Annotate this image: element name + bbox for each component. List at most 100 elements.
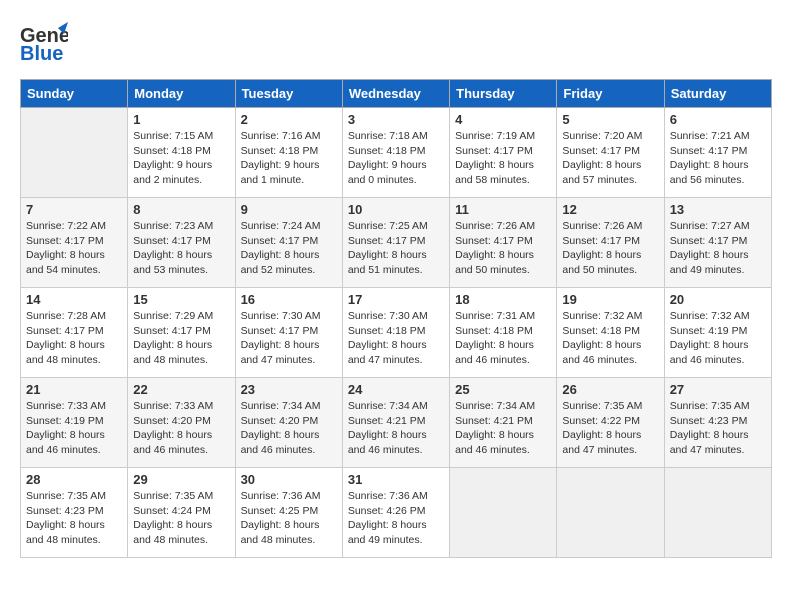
day-info: Sunrise: 7:30 AMSunset: 4:18 PMDaylight:… <box>348 309 444 368</box>
calendar-day-cell: 16 Sunrise: 7:30 AMSunset: 4:17 PMDayligh… <box>235 288 342 378</box>
weekday-header-cell: Thursday <box>450 80 557 108</box>
calendar-day-cell: 15 Sunrise: 7:29 AMSunset: 4:17 PMDayligh… <box>128 288 235 378</box>
day-info: Sunrise: 7:34 AMSunset: 4:21 PMDaylight:… <box>455 399 551 458</box>
calendar-day-cell <box>557 468 664 558</box>
calendar-day-cell: 10 Sunrise: 7:25 AMSunset: 4:17 PMDayligh… <box>342 198 449 288</box>
calendar-day-cell: 23 Sunrise: 7:34 AMSunset: 4:20 PMDayligh… <box>235 378 342 468</box>
day-number: 9 <box>241 202 337 217</box>
day-info: Sunrise: 7:32 AMSunset: 4:18 PMDaylight:… <box>562 309 658 368</box>
day-info: Sunrise: 7:18 AMSunset: 4:18 PMDaylight:… <box>348 129 444 188</box>
calendar-day-cell: 11 Sunrise: 7:26 AMSunset: 4:17 PMDayligh… <box>450 198 557 288</box>
weekday-header-cell: Friday <box>557 80 664 108</box>
day-info: Sunrise: 7:24 AMSunset: 4:17 PMDaylight:… <box>241 219 337 278</box>
calendar-day-cell: 14 Sunrise: 7:28 AMSunset: 4:17 PMDayligh… <box>21 288 128 378</box>
day-info: Sunrise: 7:26 AMSunset: 4:17 PMDaylight:… <box>562 219 658 278</box>
weekday-header-cell: Tuesday <box>235 80 342 108</box>
calendar-day-cell: 19 Sunrise: 7:32 AMSunset: 4:18 PMDayligh… <box>557 288 664 378</box>
day-info: Sunrise: 7:32 AMSunset: 4:19 PMDaylight:… <box>670 309 766 368</box>
calendar-day-cell: 31 Sunrise: 7:36 AMSunset: 4:26 PMDayligh… <box>342 468 449 558</box>
day-number: 6 <box>670 112 766 127</box>
calendar-day-cell <box>450 468 557 558</box>
calendar-day-cell: 12Sunrise: 7:26 AMSunset: 4:17 PMDayligh… <box>557 198 664 288</box>
day-number: 4 <box>455 112 551 127</box>
day-info: Sunrise: 7:28 AMSunset: 4:17 PMDaylight:… <box>26 309 122 368</box>
day-number: 14 <box>26 292 122 307</box>
calendar-body: 1Sunrise: 7:15 AMSunset: 4:18 PMDaylight… <box>21 108 772 558</box>
day-info: Sunrise: 7:30 AMSunset: 4:17 PMDaylight:… <box>241 309 337 368</box>
day-number: 8 <box>133 202 229 217</box>
day-info: Sunrise: 7:35 AMSunset: 4:23 PMDaylight:… <box>670 399 766 458</box>
day-info: Sunrise: 7:34 AMSunset: 4:20 PMDaylight:… <box>241 399 337 458</box>
day-info: Sunrise: 7:35 AMSunset: 4:23 PMDaylight:… <box>26 489 122 548</box>
day-info: Sunrise: 7:27 AMSunset: 4:17 PMDaylight:… <box>670 219 766 278</box>
calendar-day-cell: 1Sunrise: 7:15 AMSunset: 4:18 PMDaylight… <box>128 108 235 198</box>
calendar-day-cell: 26 Sunrise: 7:35 AMSunset: 4:22 PMDayligh… <box>557 378 664 468</box>
calendar-day-cell: 20 Sunrise: 7:32 AMSunset: 4:19 PMDayligh… <box>664 288 771 378</box>
page-header: General Blue <box>20 20 772 69</box>
calendar-week-row: 14 Sunrise: 7:28 AMSunset: 4:17 PMDayligh… <box>21 288 772 378</box>
day-info: Sunrise: 7:26 AMSunset: 4:17 PMDaylight:… <box>455 219 551 278</box>
day-number: 28 <box>26 472 122 487</box>
day-info: Sunrise: 7:21 AMSunset: 4:17 PMDaylight:… <box>670 129 766 188</box>
calendar-day-cell: 22Sunrise: 7:33 AMSunset: 4:20 PMDayligh… <box>128 378 235 468</box>
calendar-day-cell: 7 Sunrise: 7:22 AMSunset: 4:17 PMDaylight… <box>21 198 128 288</box>
calendar-week-row: 21 Sunrise: 7:33 AMSunset: 4:19 PMDayligh… <box>21 378 772 468</box>
day-number: 10 <box>348 202 444 217</box>
calendar-day-cell: 8 Sunrise: 7:23 AMSunset: 4:17 PMDaylight… <box>128 198 235 288</box>
day-info: Sunrise: 7:16 AMSunset: 4:18 PMDaylight:… <box>241 129 337 188</box>
day-info: Sunrise: 7:36 AMSunset: 4:26 PMDaylight:… <box>348 489 444 548</box>
calendar-day-cell: 5Sunrise: 7:20 AMSunset: 4:17 PMDaylight… <box>557 108 664 198</box>
day-info: Sunrise: 7:36 AMSunset: 4:25 PMDaylight:… <box>241 489 337 548</box>
day-info: Sunrise: 7:15 AMSunset: 4:18 PMDaylight:… <box>133 129 229 188</box>
calendar-day-cell <box>664 468 771 558</box>
calendar-day-cell: 30Sunrise: 7:36 AMSunset: 4:25 PMDayligh… <box>235 468 342 558</box>
day-number: 26 <box>562 382 658 397</box>
day-number: 22 <box>133 382 229 397</box>
day-number: 20 <box>670 292 766 307</box>
calendar-day-cell: 29Sunrise: 7:35 AMSunset: 4:24 PMDayligh… <box>128 468 235 558</box>
calendar-day-cell: 13 Sunrise: 7:27 AMSunset: 4:17 PMDayligh… <box>664 198 771 288</box>
calendar-day-cell: 27Sunrise: 7:35 AMSunset: 4:23 PMDayligh… <box>664 378 771 468</box>
day-info: Sunrise: 7:33 AMSunset: 4:19 PMDaylight:… <box>26 399 122 458</box>
day-number: 24 <box>348 382 444 397</box>
day-number: 2 <box>241 112 337 127</box>
calendar-week-row: 1Sunrise: 7:15 AMSunset: 4:18 PMDaylight… <box>21 108 772 198</box>
day-number: 3 <box>348 112 444 127</box>
weekday-header-cell: Saturday <box>664 80 771 108</box>
calendar-day-cell: 9 Sunrise: 7:24 AMSunset: 4:17 PMDaylight… <box>235 198 342 288</box>
day-number: 11 <box>455 202 551 217</box>
day-number: 31 <box>348 472 444 487</box>
calendar-day-cell: 2 Sunrise: 7:16 AMSunset: 4:18 PMDaylight… <box>235 108 342 198</box>
day-number: 21 <box>26 382 122 397</box>
day-info: Sunrise: 7:25 AMSunset: 4:17 PMDaylight:… <box>348 219 444 278</box>
weekday-header-cell: Sunday <box>21 80 128 108</box>
day-number: 13 <box>670 202 766 217</box>
day-info: Sunrise: 7:34 AMSunset: 4:21 PMDaylight:… <box>348 399 444 458</box>
logo-icon: General Blue <box>20 20 68 64</box>
day-number: 18 <box>455 292 551 307</box>
svg-text:Blue: Blue <box>20 43 63 64</box>
day-info: Sunrise: 7:35 AMSunset: 4:22 PMDaylight:… <box>562 399 658 458</box>
day-number: 16 <box>241 292 337 307</box>
day-info: Sunrise: 7:31 AMSunset: 4:18 PMDaylight:… <box>455 309 551 368</box>
day-number: 15 <box>133 292 229 307</box>
day-number: 19 <box>562 292 658 307</box>
calendar-day-cell: 17Sunrise: 7:30 AMSunset: 4:18 PMDayligh… <box>342 288 449 378</box>
weekday-header-row: SundayMondayTuesdayWednesdayThursdayFrid… <box>21 80 772 108</box>
calendar-week-row: 7 Sunrise: 7:22 AMSunset: 4:17 PMDaylight… <box>21 198 772 288</box>
day-number: 7 <box>26 202 122 217</box>
calendar-day-cell: 25 Sunrise: 7:34 AMSunset: 4:21 PMDayligh… <box>450 378 557 468</box>
calendar-day-cell: 24 Sunrise: 7:34 AMSunset: 4:21 PMDayligh… <box>342 378 449 468</box>
day-info: Sunrise: 7:19 AMSunset: 4:17 PMDaylight:… <box>455 129 551 188</box>
day-info: Sunrise: 7:23 AMSunset: 4:17 PMDaylight:… <box>133 219 229 278</box>
day-number: 23 <box>241 382 337 397</box>
calendar-day-cell: 4 Sunrise: 7:19 AMSunset: 4:17 PMDaylight… <box>450 108 557 198</box>
day-number: 29 <box>133 472 229 487</box>
day-info: Sunrise: 7:22 AMSunset: 4:17 PMDaylight:… <box>26 219 122 278</box>
day-info: Sunrise: 7:20 AMSunset: 4:17 PMDaylight:… <box>562 129 658 188</box>
day-number: 25 <box>455 382 551 397</box>
weekday-header-cell: Wednesday <box>342 80 449 108</box>
calendar-table: SundayMondayTuesdayWednesdayThursdayFrid… <box>20 79 772 558</box>
day-info: Sunrise: 7:29 AMSunset: 4:17 PMDaylight:… <box>133 309 229 368</box>
calendar-day-cell: 18 Sunrise: 7:31 AMSunset: 4:18 PMDayligh… <box>450 288 557 378</box>
